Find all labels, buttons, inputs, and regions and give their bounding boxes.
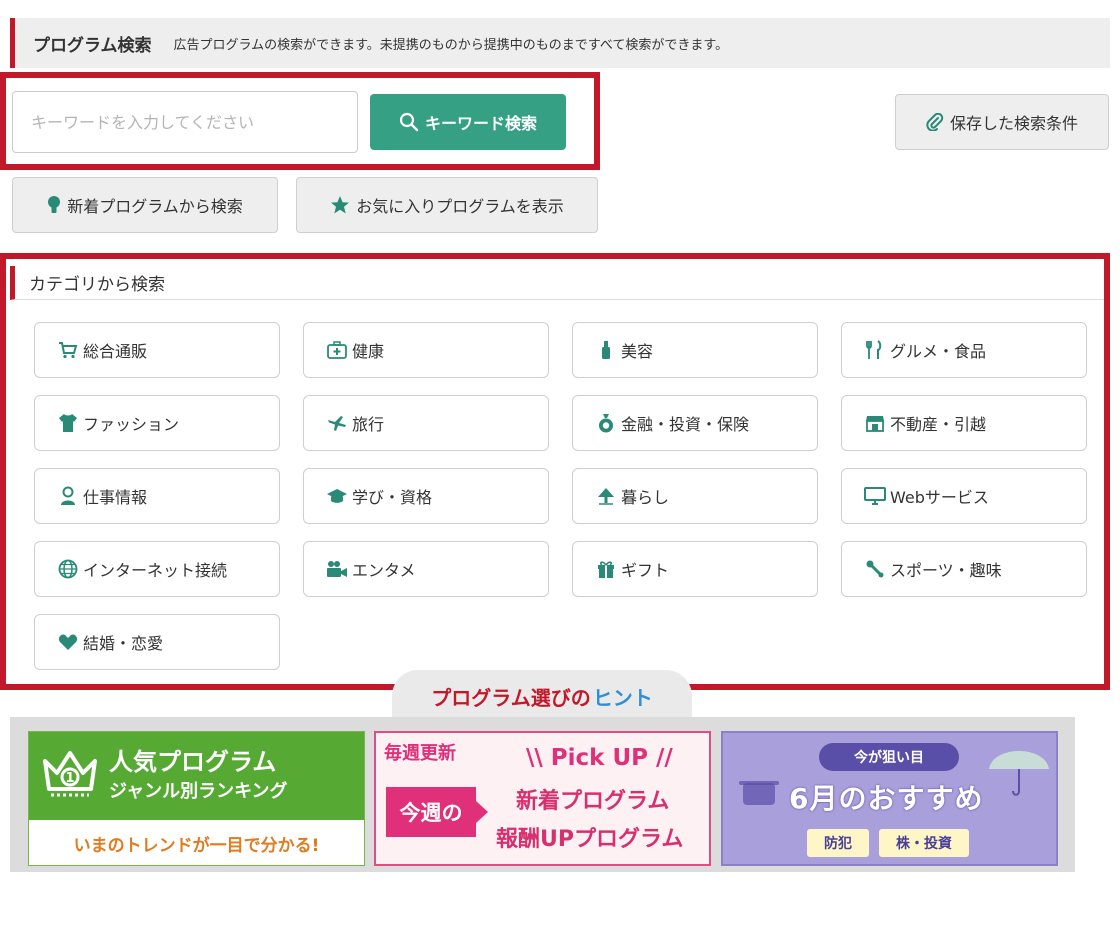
cosmetics-icon: [595, 339, 617, 361]
reward-up-text: 報酬UPプログラム: [496, 827, 684, 852]
crown-icon: 1: [41, 747, 99, 805]
category-label: スポーツ・趣味: [890, 561, 1002, 580]
category-marriage-romance[interactable]: 結婚・恋愛: [34, 614, 280, 670]
fork-knife-icon: [864, 339, 886, 361]
category-label: ファッション: [83, 415, 180, 434]
category-section-title: カテゴリから検索: [10, 266, 1104, 300]
house-plant-icon: [595, 485, 617, 507]
keyword-search-input[interactable]: [12, 91, 358, 153]
tips-title-hint: ヒント: [592, 685, 653, 710]
keyword-search-label: キーワード検索: [424, 114, 537, 133]
this-week-label: 今週の: [386, 787, 476, 837]
favorites-button[interactable]: お気に入りプログラムを表示: [296, 177, 598, 233]
monthly-banner[interactable]: 今が狙い目 6月のおすすめ 防犯 株・投資: [721, 731, 1058, 866]
ranking-banner-tagline: いまのトレンドが一目で分かる!: [73, 836, 320, 856]
category-health[interactable]: 健康: [303, 322, 549, 378]
category-finance[interactable]: 金融・投資・保険: [572, 395, 818, 451]
category-living[interactable]: 暮らし: [572, 468, 818, 524]
page-header: プログラム検索 広告プログラムの検索ができます。未提携のものから提携中のものまで…: [10, 18, 1110, 68]
shirt-icon: [57, 412, 79, 434]
category-web-services[interactable]: Webサービス: [841, 468, 1087, 524]
globe-icon: [57, 558, 79, 580]
tips-title: プログラム選びの: [431, 685, 591, 710]
category-internet[interactable]: インターネット接続: [34, 541, 280, 597]
pointer-arrow-icon: [476, 801, 488, 823]
category-real-estate[interactable]: 不動産・引越: [841, 395, 1087, 451]
category-gift[interactable]: ギフト: [572, 541, 818, 597]
weekly-update-badge: 毎週更新: [384, 743, 456, 764]
category-general-shopping[interactable]: 総合通販: [34, 322, 280, 378]
ranking-banner-line1: 人気プログラム: [109, 748, 277, 777]
category-gourmet-food[interactable]: グルメ・食品: [841, 322, 1087, 378]
ranking-banner[interactable]: 1 人気プログラム ジャンル別ランキング いまのトレンドが一目で分かる!: [28, 731, 365, 866]
ranking-banner-line2: ジャンル別ランキング: [109, 780, 288, 802]
category-label: インターネット接続: [83, 561, 228, 580]
category-fashion[interactable]: ファッション: [34, 395, 280, 451]
search-icon: [399, 112, 419, 132]
category-label: エンタメ: [352, 561, 416, 580]
paperclip-icon: [926, 113, 944, 131]
now-is-the-time-pill: 今が狙い目: [819, 743, 959, 771]
svg-text:1: 1: [65, 771, 74, 786]
cart-icon: [57, 339, 79, 361]
page-title: プログラム検索: [33, 35, 152, 56]
monitor-icon: [864, 485, 886, 507]
page-description: 広告プログラムの検索ができます。未提携のものから提携中のものまですべて検索ができ…: [173, 37, 729, 53]
ranking-banner-top: 1 人気プログラム ジャンル別ランキング: [29, 732, 364, 820]
new-programs-text: 新着プログラム: [516, 789, 670, 814]
program-tips-tab: プログラム選びの ヒント: [392, 670, 692, 722]
person-icon: [57, 485, 79, 507]
category-label: Webサービス: [890, 488, 989, 507]
new-programs-button[interactable]: 新着プログラムから検索: [12, 177, 278, 233]
lightbulb-icon: [47, 195, 61, 215]
saved-conditions-label: 保存した検索条件: [949, 114, 1078, 133]
shop-icon: [864, 412, 886, 434]
category-label: 暮らし: [621, 488, 670, 507]
category-label: 金融・投資・保険: [621, 415, 750, 434]
category-label: 総合通販: [83, 342, 148, 361]
favorites-label: お気に入りプログラムを表示: [356, 197, 564, 216]
category-travel[interactable]: 旅行: [303, 395, 549, 451]
category-entertainment[interactable]: エンタメ: [303, 541, 549, 597]
saved-conditions-button[interactable]: 保存した検索条件: [895, 94, 1109, 150]
category-label: 学び・資格: [352, 488, 433, 507]
tag-stocks-investment: 株・投資: [879, 829, 969, 857]
first-aid-icon: [326, 339, 348, 361]
graduation-cap-icon: [326, 485, 348, 507]
star-icon: [330, 195, 350, 215]
category-label: ギフト: [621, 561, 670, 580]
june-recommendations-headline: 6月のおすすめ: [789, 782, 984, 815]
category-label: 結婚・恋愛: [83, 634, 164, 653]
umbrella-icon: [985, 739, 1053, 803]
money-bag-icon: [595, 412, 617, 434]
category-label: 美容: [621, 342, 654, 361]
airplane-icon: [326, 412, 348, 434]
tools-icon: [864, 558, 886, 580]
new-programs-label: 新着プログラムから検索: [67, 197, 243, 216]
pot-icon: [737, 773, 781, 813]
category-label: 健康: [352, 342, 385, 361]
category-sports-hobby[interactable]: スポーツ・趣味: [841, 541, 1087, 597]
category-label: 旅行: [352, 415, 385, 434]
category-label: 仕事情報: [83, 488, 148, 507]
category-education[interactable]: 学び・資格: [303, 468, 549, 524]
video-camera-icon: [326, 558, 348, 580]
tag-crime-prevention: 防犯: [807, 829, 869, 857]
category-jobs[interactable]: 仕事情報: [34, 468, 280, 524]
gift-icon: [595, 558, 617, 580]
heart-icon: [57, 631, 79, 653]
category-beauty[interactable]: 美容: [572, 322, 818, 378]
category-label: 不動産・引越: [890, 415, 987, 434]
weekly-banner[interactable]: 毎週更新 \\ Pick UP // 今週の 新着プログラム 報酬UPプログラム: [374, 731, 711, 866]
pickup-heading: \\ Pick UP //: [526, 745, 673, 771]
keyword-search-button[interactable]: キーワード検索: [370, 94, 566, 150]
category-title: カテゴリから検索: [29, 275, 165, 295]
category-label: グルメ・食品: [890, 342, 987, 361]
